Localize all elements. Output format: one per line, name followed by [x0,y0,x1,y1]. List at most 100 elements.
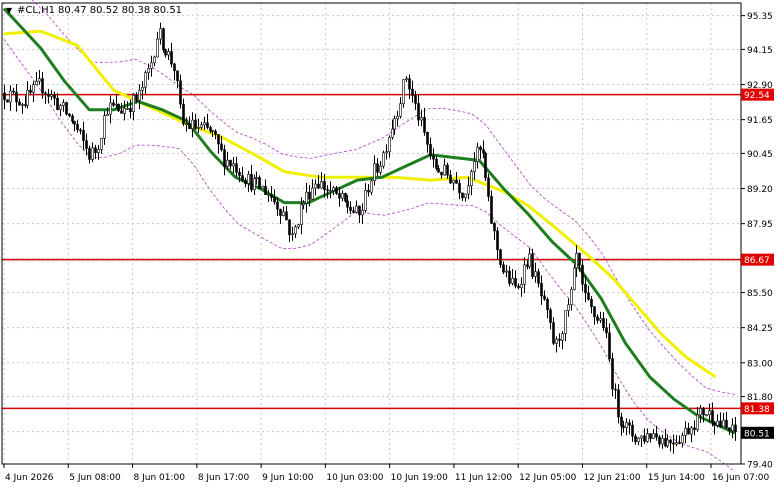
candle-body [446,164,449,176]
grid [2,3,741,465]
candle-body [156,38,159,58]
y-tick-label: 94.15 [747,46,773,56]
candle-body [132,94,135,113]
candle-body [88,148,91,160]
candle-body [734,424,737,432]
candle-body [164,49,167,56]
candle-body [678,442,681,444]
candle-body [56,97,59,110]
candle-body [573,267,576,290]
candle-body [338,193,341,199]
candle-body [440,171,443,176]
y-tick-label: 83.00 [747,359,773,369]
y-tick-label: 81.80 [747,393,773,403]
candle-body [6,99,9,103]
candle-body [250,173,253,191]
level-lines [2,93,741,410]
candle-body [294,226,297,235]
candle-body [223,149,226,167]
candle-body [713,422,716,426]
candle-body [593,306,596,318]
candle-body [300,204,303,225]
candle-body [176,70,179,82]
candle-body [97,149,100,153]
candle-body [244,179,247,184]
level-price-label: 81.38 [744,405,770,415]
candle-body [514,278,517,287]
candle-body [126,107,129,110]
level-price-label: 86.67 [744,256,770,266]
candle-body [91,147,94,160]
candle-body [138,90,141,101]
candle-body [722,419,725,428]
candle-body [264,185,267,196]
ohlc-values: 80.47 80.52 80.38 80.51 [58,5,182,16]
candle-body [581,264,584,285]
candle-body [584,283,587,294]
candle-body [408,78,411,90]
candle-body [109,102,112,115]
candle-body [355,205,358,213]
candle-body [487,177,490,197]
candle-body [323,181,326,190]
candle-body [608,332,611,359]
candle-body [320,181,323,189]
candle-body [611,358,614,390]
current-price-label: 80.51 [744,429,770,439]
moving-averages [2,7,736,435]
candle-body [103,115,106,139]
y-tick-label: 89.20 [747,185,773,195]
candle-body [429,144,432,157]
candle-body [649,433,652,439]
candle-body [719,420,722,428]
candle-body [564,310,567,334]
candle-body [455,179,458,184]
candle-body [517,285,520,288]
candle-body [617,389,620,418]
candle-body [317,183,320,189]
candle-body [73,121,76,125]
x-tick-label: 8 Jun 17:00 [198,473,250,483]
x-tick-label: 8 Jun 01:00 [134,473,186,483]
candle-body [432,155,435,160]
candle-body [658,436,661,445]
candle-body [361,209,364,216]
candle-body [12,90,15,93]
candle-body [540,283,543,297]
candle-body [311,187,314,200]
candle-body [346,200,349,208]
price-chart[interactable]: 95.3594.1592.9091.6590.4589.2087.9586.70… [0,0,781,489]
candle-body [373,163,376,182]
candle-body [232,163,235,167]
candle-body [285,211,288,221]
x-tick-label: 5 Jun 08:00 [69,473,121,483]
candle-body [411,88,414,96]
menu-arrow-icon[interactable]: ▼ [6,6,13,15]
candle-body [238,171,241,176]
candle-body [476,146,479,162]
candle-body [508,270,511,284]
candle-body [666,439,669,447]
candle-body [534,271,537,277]
candle-body [587,292,590,300]
candle-body [643,435,646,442]
candle-body [552,322,555,344]
candle-body [470,171,473,187]
x-tick-label: 12 Jun 05:00 [519,473,576,483]
candle-body [437,168,440,173]
x-tick-label: 10 Jun 19:00 [391,473,448,483]
candle-body [625,422,628,428]
candle-body [567,304,570,311]
candle-body [640,435,643,439]
candle-body [147,68,150,74]
candles [3,22,737,454]
candle-body [15,91,18,103]
candle-body [391,128,394,138]
candle-body [693,427,696,430]
candle-body [376,163,379,173]
candle-body [502,264,505,273]
candle-body [458,183,461,194]
candle-body [253,178,256,191]
candle-body [276,201,279,210]
candle-body [570,288,573,306]
